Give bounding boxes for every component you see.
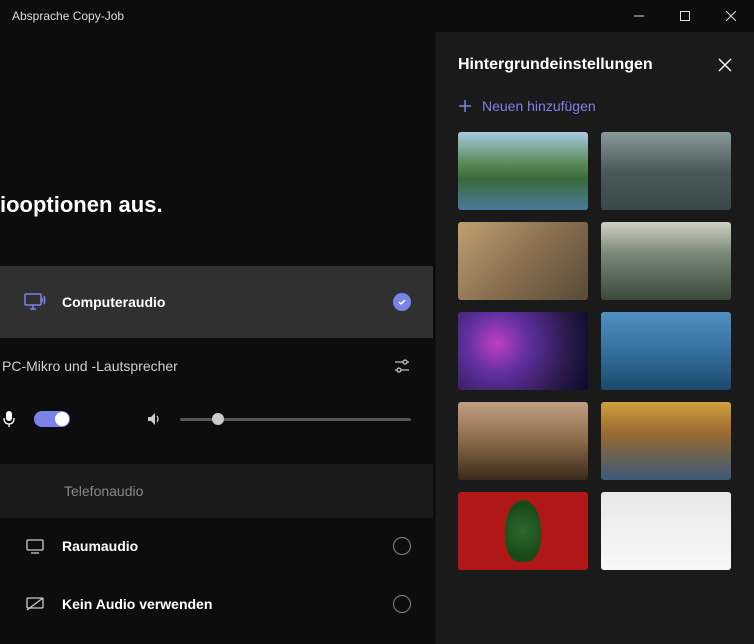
audio-controls-row xyxy=(0,392,433,446)
computer-audio-icon xyxy=(22,292,48,312)
background-settings-title: Hintergrundeinstellungen xyxy=(458,56,718,74)
speaker-icon[interactable] xyxy=(146,411,162,427)
selected-check-icon xyxy=(393,293,411,311)
maximize-button[interactable] xyxy=(662,0,708,32)
room-audio-icon xyxy=(22,538,48,554)
close-panel-button[interactable] xyxy=(718,58,732,72)
room-audio-option[interactable]: Raumaudio xyxy=(0,518,433,574)
volume-slider[interactable] xyxy=(180,418,411,421)
background-tile[interactable] xyxy=(458,132,588,210)
background-tile[interactable] xyxy=(601,222,731,300)
add-new-label: Neuen hinzufügen xyxy=(482,98,596,114)
audio-options-heading: iooptionen aus. xyxy=(0,192,433,218)
titlebar: Absprache Copy-Job xyxy=(0,0,754,32)
background-settings-pane: Hintergrundeinstellungen Neuen hinzufüge… xyxy=(436,32,754,644)
background-tile[interactable] xyxy=(601,312,731,390)
plus-icon xyxy=(458,99,472,113)
room-audio-radio[interactable] xyxy=(393,537,411,555)
close-window-button[interactable] xyxy=(708,0,754,32)
background-tile[interactable] xyxy=(601,492,731,570)
phone-audio-option[interactable]: Telefonaudio xyxy=(0,464,433,518)
background-tile[interactable] xyxy=(458,402,588,480)
background-grid xyxy=(458,132,732,570)
background-tile[interactable] xyxy=(458,312,588,390)
microphone-icon[interactable] xyxy=(2,410,16,428)
audio-options-pane: iooptionen aus. Computeraudio PC-Mikro u… xyxy=(0,32,436,644)
device-settings-icon[interactable] xyxy=(393,358,411,374)
computer-audio-option[interactable]: Computeraudio xyxy=(0,266,433,338)
computer-audio-label: Computeraudio xyxy=(62,294,393,310)
no-audio-radio[interactable] xyxy=(393,595,411,613)
audio-device-label: PC-Mikro und -Lautsprecher xyxy=(2,358,393,374)
microphone-toggle[interactable] xyxy=(34,411,70,427)
no-audio-icon xyxy=(22,596,48,612)
window-title: Absprache Copy-Job xyxy=(12,9,124,23)
background-tile[interactable] xyxy=(458,492,588,570)
room-audio-label: Raumaudio xyxy=(62,538,393,554)
background-tile[interactable] xyxy=(601,402,731,480)
no-audio-option[interactable]: Kein Audio verwenden xyxy=(0,576,433,632)
background-tile[interactable] xyxy=(458,222,588,300)
background-tile[interactable] xyxy=(601,132,731,210)
audio-device-row[interactable]: PC-Mikro und -Lautsprecher xyxy=(0,340,433,392)
add-new-background-button[interactable]: Neuen hinzufügen xyxy=(458,98,732,114)
phone-audio-label: Telefonaudio xyxy=(64,483,143,499)
no-audio-label: Kein Audio verwenden xyxy=(62,596,393,612)
minimize-button[interactable] xyxy=(616,0,662,32)
volume-thumb[interactable] xyxy=(212,413,224,425)
